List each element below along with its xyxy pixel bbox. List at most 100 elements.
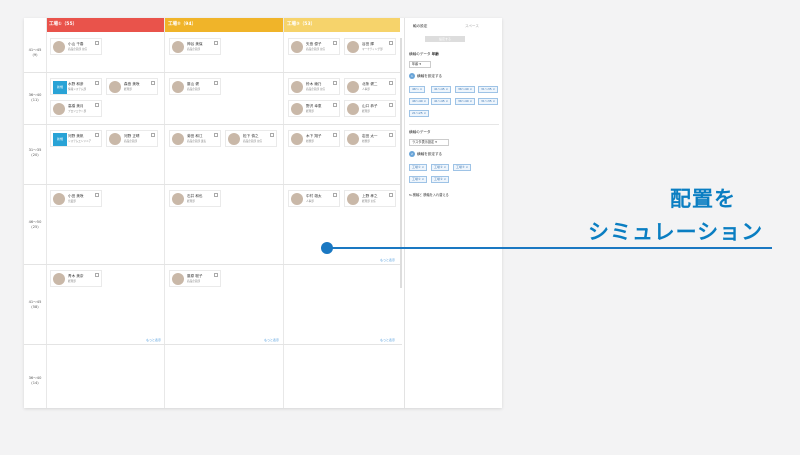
age-chip[interactable]: 31〜35 × <box>478 86 499 93</box>
employee-card[interactable]: 上野 孝之 経理部 主任 <box>344 190 396 207</box>
avatar <box>347 41 359 53</box>
step-number: 2 <box>409 151 415 157</box>
show-more-link[interactable]: もっと表示 <box>380 258 395 262</box>
employee-card[interactable]: 小田 美咲 営業部 <box>50 190 102 207</box>
divider <box>283 18 284 408</box>
select-checkbox[interactable] <box>389 41 393 45</box>
employee-card[interactable]: 菊田 和江 商品企画部 課長 <box>169 130 221 147</box>
factory-chip[interactable]: 工場③ × <box>453 164 472 171</box>
employee-card[interactable]: 神谷 美保 商品企画部 <box>169 38 221 55</box>
employee-card[interactable]: 野沢 幸恵 経理部 <box>288 100 340 117</box>
row-label: 36〜40 (14) <box>28 376 42 385</box>
select-checkbox[interactable] <box>95 103 99 107</box>
select-checkbox[interactable] <box>333 193 337 197</box>
avatar <box>109 133 121 145</box>
row-divider <box>24 124 402 125</box>
axis-settings-panel: 軸の設定 スペース 設定する 横軸のデータ 年齢 年齢 ▾ 1 横軸を設定する … <box>404 18 502 408</box>
select-checkbox[interactable] <box>95 273 99 277</box>
select-checkbox[interactable] <box>389 103 393 107</box>
swap-axes-link[interactable]: ⇆ 横軸と 横軸を入れ替える <box>409 192 449 197</box>
placement-board: 工場①（55） 工場②（94） 工場③（53） 41〜45 (9) 36〜40 (1… <box>24 18 402 408</box>
employee-card[interactable]: 松下 慎之 商品企画部 主任 <box>225 130 277 147</box>
age-chip[interactable]: 21〜25 × <box>409 110 430 117</box>
avatar <box>53 273 65 285</box>
select-checkbox[interactable] <box>95 133 99 137</box>
age-chip[interactable]: 41〜45 × <box>431 98 452 105</box>
select-checkbox[interactable] <box>214 41 218 45</box>
column-header-1[interactable]: 工場①（55） <box>46 18 164 32</box>
factory-chip[interactable]: 工場① × <box>409 176 428 183</box>
show-more-link[interactable]: もっと表示 <box>264 338 279 342</box>
avatar <box>291 193 303 205</box>
select-checkbox[interactable] <box>214 193 218 197</box>
select-checkbox[interactable] <box>151 133 155 137</box>
employee-card[interactable]: 北条 健二 人事部 <box>344 78 396 95</box>
employee-card[interactable]: 藤山 健商品企画部 <box>169 78 221 95</box>
callout-title-line1: 配置を <box>670 187 736 211</box>
employee-card[interactable]: 河野 正晴 商品企画部 <box>106 130 158 147</box>
employee-card[interactable]: 新規 河野 美帆 システムエンジニア <box>50 130 102 147</box>
select-checkbox[interactable] <box>95 81 99 85</box>
employee-card[interactable]: 石井 和也 経理部 <box>169 190 221 207</box>
age-chip[interactable]: 36〜40 × <box>455 98 476 105</box>
select-checkbox[interactable] <box>333 103 337 107</box>
employee-card[interactable]: 小山 千春 商品企画部 主任 <box>50 38 102 55</box>
age-chip[interactable]: 36〜40 × <box>455 86 476 93</box>
factory-chip[interactable]: 工場① × <box>409 164 428 171</box>
show-more-link[interactable]: もっと表示 <box>146 338 161 342</box>
employee-card[interactable]: 木下 翔子 総務部 <box>288 130 340 147</box>
select-checkbox[interactable] <box>214 273 218 277</box>
select-checkbox[interactable] <box>214 133 218 137</box>
select-checkbox[interactable] <box>214 81 218 85</box>
column-header-3[interactable]: 工場③（53） <box>284 18 400 32</box>
vertical-axis-label: 横軸のデータ <box>409 130 431 134</box>
tab-axis-settings[interactable]: 軸の設定 <box>413 24 427 29</box>
divider <box>409 124 499 125</box>
select-checkbox[interactable] <box>389 81 393 85</box>
employee-card[interactable]: 青木 美奈 経理部 <box>50 270 102 287</box>
age-chip[interactable]: 46〜 × <box>409 86 426 93</box>
age-chip[interactable]: 46〜40 × <box>409 98 430 105</box>
employee-card[interactable]: 谷田 輝マーケティング部 <box>344 38 396 55</box>
tab-space[interactable]: スペース <box>465 24 479 29</box>
age-chip[interactable]: 31〜35 × <box>478 98 499 105</box>
select-checkbox[interactable] <box>95 41 99 45</box>
divider <box>46 18 47 408</box>
employee-card[interactable]: 矢島 優子 商品企画部 主任 <box>288 38 340 55</box>
employee-card[interactable]: 鈴木 綾乃 商品企画部 主任 <box>288 78 340 95</box>
select-checkbox[interactable] <box>333 81 337 85</box>
factory-chip[interactable]: 工場② × <box>431 164 450 171</box>
employee-card[interactable]: 岩田 太一 総務部 <box>344 130 396 147</box>
step-number: 1 <box>409 73 415 79</box>
column-header-2[interactable]: 工場②（94） <box>165 18 283 32</box>
select-checkbox[interactable] <box>333 133 337 137</box>
horizontal-axis-select[interactable]: 年齢 ▾ <box>409 61 431 68</box>
employee-card[interactable]: 藤原 聡子 商品企画部 <box>169 270 221 287</box>
avatar <box>53 41 65 53</box>
show-more-link[interactable]: もっと表示 <box>380 338 395 342</box>
avatar <box>347 133 359 145</box>
avatar <box>347 81 359 93</box>
select-checkbox[interactable] <box>95 193 99 197</box>
select-checkbox[interactable] <box>389 133 393 137</box>
select-checkbox[interactable] <box>151 81 155 85</box>
step-label: 横軸を設定する <box>417 152 443 156</box>
select-checkbox[interactable] <box>270 133 274 137</box>
apply-button[interactable]: 設定する <box>425 36 465 42</box>
employee-card[interactable]: 高橋 美月 プロジェクト部 <box>50 100 102 117</box>
new-badge: 新規 <box>53 81 67 94</box>
factory-chip[interactable]: 工場② × <box>431 176 450 183</box>
row-label: 46〜50 (25) <box>28 220 42 229</box>
select-checkbox[interactable] <box>389 193 393 197</box>
select-checkbox[interactable] <box>333 41 337 45</box>
employee-card[interactable]: 山口 恭子 経理部 <box>344 100 396 117</box>
employee-card[interactable]: 森島 美咲 経理部 <box>106 78 158 95</box>
avatar <box>172 193 184 205</box>
row-label: 41〜45 (9) <box>28 48 42 57</box>
avatar <box>53 103 65 115</box>
age-chip[interactable]: 41〜45 × <box>431 86 452 93</box>
employee-card[interactable]: 中村 雄太 人事部 <box>288 190 340 207</box>
board-scrollbar[interactable] <box>400 38 402 288</box>
vertical-axis-select[interactable]: ラスタ表示設定 ▾ <box>409 139 449 146</box>
employee-card[interactable]: 新規 水野 和彦 情報システム部 <box>50 78 102 95</box>
